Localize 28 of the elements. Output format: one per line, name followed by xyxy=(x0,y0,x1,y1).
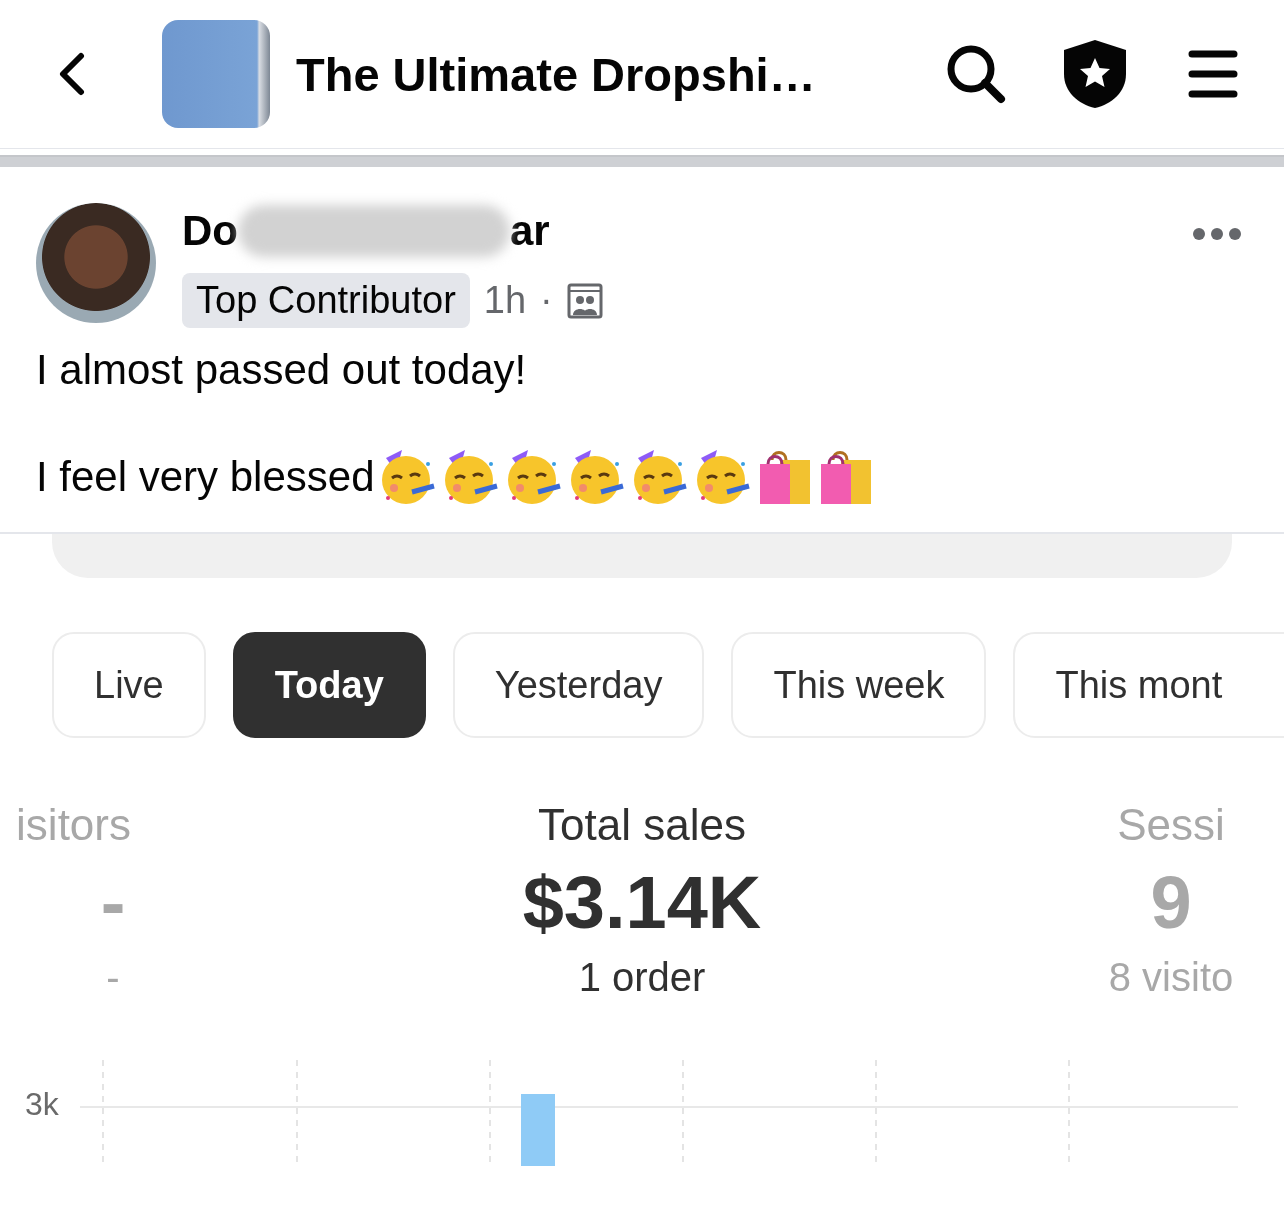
search-icon[interactable] xyxy=(945,43,1007,105)
metric-detail: 8 visito xyxy=(1108,955,1234,1000)
metric-label: Total sales xyxy=(538,800,746,850)
menu-icon[interactable] xyxy=(1188,48,1238,100)
author-name-end[interactable]: ar xyxy=(510,207,550,255)
separator-dot: · xyxy=(540,279,553,322)
post-text: I almost passed out today! xyxy=(36,346,528,394)
contributor-badge: Top Contributor xyxy=(182,273,470,328)
date-range-tab[interactable]: Live xyxy=(52,632,206,738)
axis-label: 3k xyxy=(25,1086,60,1123)
post-time[interactable]: 1h xyxy=(483,279,527,322)
date-range-tab[interactable]: This week xyxy=(731,632,987,738)
metric-label: Sessi xyxy=(1117,800,1225,850)
date-range-tab[interactable]: Today xyxy=(232,632,426,738)
shield-star-icon[interactable] xyxy=(1062,38,1128,110)
date-range-tab[interactable]: This mont xyxy=(1013,632,1284,738)
metric-value: 9 xyxy=(1150,860,1192,945)
metric-label: isitors xyxy=(16,800,131,850)
metric-detail: 1 order xyxy=(578,955,706,1000)
metric-detail: - xyxy=(106,955,120,1000)
group-title[interactable]: The Ultimate Dropshi… xyxy=(296,46,945,102)
post-text: I feel very blessed xyxy=(36,453,375,501)
group-members-icon xyxy=(566,282,603,319)
more-options-icon[interactable] xyxy=(1192,227,1242,241)
metric-value: - xyxy=(100,860,126,945)
author-name-start[interactable]: Do xyxy=(182,207,238,255)
date-range-tab[interactable]: Yesterday xyxy=(452,632,705,738)
metric-value: $3.14K xyxy=(522,860,762,945)
